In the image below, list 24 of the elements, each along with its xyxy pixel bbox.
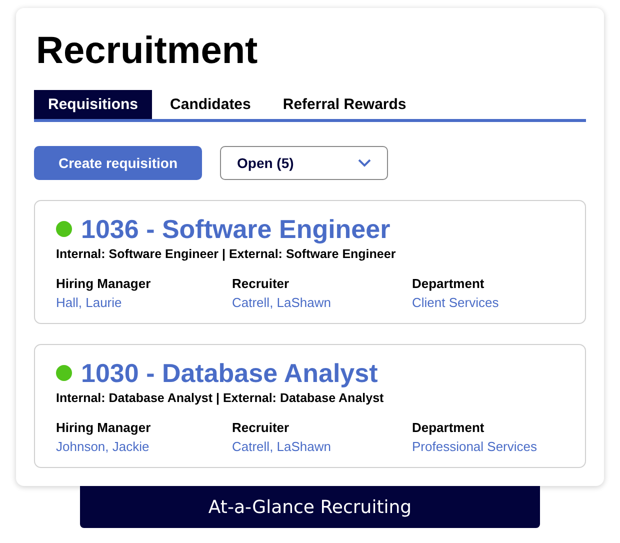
requisition-subtitle: Internal: Database Analyst | External: Database Analyst (56, 391, 385, 405)
field-label: Hiring Manager (56, 419, 151, 437)
requisition-title-link[interactable]: 1036 - Software Engineer (81, 213, 390, 245)
tab[interactable]: Candidates (156, 90, 265, 119)
field-value-link[interactable]: Client Services (412, 293, 499, 313)
field-value-link[interactable]: Catrell, LaShawn (232, 437, 331, 457)
field-label: Department (412, 419, 484, 437)
requisition-title-link[interactable]: 1030 - Database Analyst (81, 357, 378, 389)
field-label: Department (412, 275, 484, 293)
field-label: Hiring Manager (56, 275, 151, 293)
field-value-link[interactable]: Hall, Laurie (56, 293, 122, 313)
field-value-link[interactable]: Professional Services (412, 437, 537, 457)
tab[interactable]: Requisitions (34, 90, 152, 119)
field-label: Recruiter (232, 275, 290, 293)
create-requisition-button[interactable]: Create requisition (34, 146, 202, 180)
status-dropdown[interactable]: Open (5) (220, 146, 388, 180)
tab[interactable]: Referral Rewards (268, 90, 420, 119)
page-title: Recruitment (36, 29, 259, 74)
chevron-down-icon (358, 159, 371, 167)
field-value-link[interactable]: Johnson, Jackie (56, 437, 150, 457)
banner: At-a-Glance Recruiting (80, 486, 540, 528)
field-value-link[interactable]: Catrell, LaShawn (232, 293, 331, 313)
requisition-subtitle: Internal: Software Engineer | External: Software Engineer (56, 247, 397, 261)
field-label: Recruiter (232, 419, 290, 437)
